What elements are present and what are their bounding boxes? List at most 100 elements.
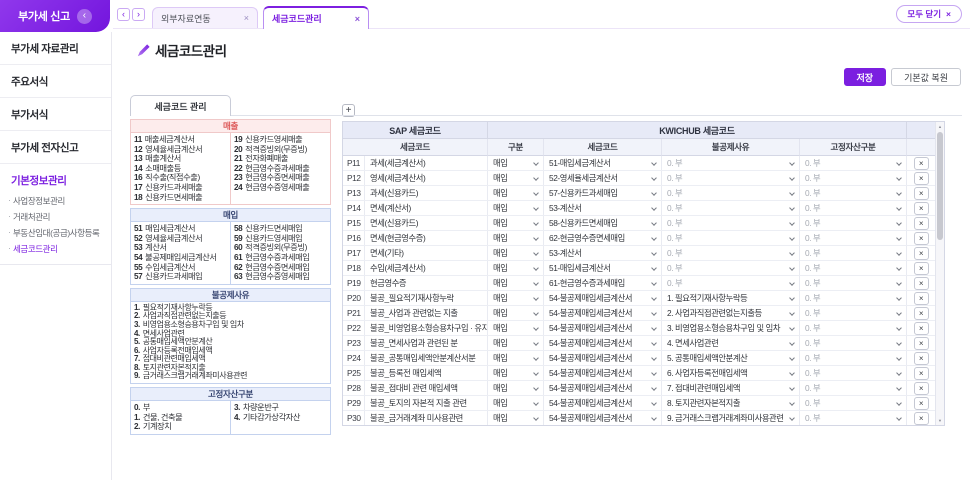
tax-code-select[interactable]: 57-신용카드과세매입: [544, 186, 662, 200]
tax-code-select[interactable]: 58-신용카드면세매입: [544, 216, 662, 230]
fixed-asset-select[interactable]: 0. 부: [800, 186, 907, 200]
type-select[interactable]: 매입: [488, 381, 544, 395]
type-select[interactable]: 매입: [488, 186, 544, 200]
tab-tax-code-management[interactable]: 세금코드관리 ×: [263, 6, 369, 29]
type-select[interactable]: 매입: [488, 171, 544, 185]
fixed-asset-select[interactable]: 0. 부: [800, 306, 907, 320]
nondeductible-reason-select[interactable]: 7. 접대비관련매입세액: [662, 381, 800, 395]
tax-code-select[interactable]: 51-매입세금계산서: [544, 156, 662, 170]
type-select[interactable]: 매입: [488, 411, 544, 425]
tax-code-select[interactable]: 53-계산서: [544, 246, 662, 260]
scroll-up-icon[interactable]: ▲: [936, 124, 944, 129]
fixed-asset-select[interactable]: 0. 부: [800, 291, 907, 305]
type-select[interactable]: 매입: [488, 216, 544, 230]
delete-row-button[interactable]: ×: [914, 277, 929, 290]
fixed-asset-select[interactable]: 0. 부: [800, 261, 907, 275]
tax-code-select[interactable]: 54-불공제매입세금계산서: [544, 351, 662, 365]
fixed-asset-select[interactable]: 0. 부: [800, 246, 907, 260]
scrollbar-thumb[interactable]: [937, 132, 943, 240]
nondeductible-reason-select[interactable]: 2. 사업과직접관련없는지출등: [662, 306, 800, 320]
tax-code-select[interactable]: 54-불공제매입세금계산서: [544, 321, 662, 335]
type-select[interactable]: 매입: [488, 201, 544, 215]
nondeductible-reason-select[interactable]: 0. 부: [662, 171, 800, 185]
delete-row-button[interactable]: ×: [914, 337, 929, 350]
type-select[interactable]: 매입: [488, 276, 544, 290]
sidebar-subitem-tax-code[interactable]: 세금코드관리: [0, 241, 111, 257]
tab-close-icon[interactable]: ×: [244, 13, 249, 23]
tax-code-select[interactable]: 54-불공제매입세금계산서: [544, 396, 662, 410]
tax-code-select[interactable]: 62-현금영수증면세매입: [544, 231, 662, 245]
vertical-scrollbar[interactable]: ▲ ▼: [935, 122, 944, 425]
type-select[interactable]: 매입: [488, 231, 544, 245]
delete-row-button[interactable]: ×: [914, 367, 929, 380]
delete-row-button[interactable]: ×: [914, 412, 929, 425]
fixed-asset-select[interactable]: 0. 부: [800, 201, 907, 215]
nondeductible-reason-select[interactable]: 0. 부: [662, 231, 800, 245]
nondeductible-reason-select[interactable]: 0. 부: [662, 246, 800, 260]
tab-scroll-left-icon[interactable]: ‹: [117, 8, 130, 21]
fixed-asset-select[interactable]: 0. 부: [800, 216, 907, 230]
sidebar-item-e-filing[interactable]: 부가세 전자신고: [0, 131, 111, 164]
fixed-asset-select[interactable]: 0. 부: [800, 171, 907, 185]
fixed-asset-select[interactable]: 0. 부: [800, 156, 907, 170]
delete-row-button[interactable]: ×: [914, 292, 929, 305]
type-select[interactable]: 매입: [488, 156, 544, 170]
type-select[interactable]: 매입: [488, 366, 544, 380]
tab-external-data-link[interactable]: 외부자료연동 ×: [152, 7, 258, 28]
delete-row-button[interactable]: ×: [914, 247, 929, 260]
nondeductible-reason-select[interactable]: 0. 부: [662, 186, 800, 200]
fixed-asset-select[interactable]: 0. 부: [800, 366, 907, 380]
nondeductible-reason-select[interactable]: 1. 필요적기재사항누락등: [662, 291, 800, 305]
tax-code-select[interactable]: 54-불공제매입세금계산서: [544, 336, 662, 350]
tab-scroll-right-icon[interactable]: ›: [132, 8, 145, 21]
sidebar-item-vat-data[interactable]: 부가세 자료관리: [0, 32, 111, 65]
tax-code-select[interactable]: 53-계산서: [544, 201, 662, 215]
nondeductible-reason-select[interactable]: 0. 부: [662, 201, 800, 215]
nondeductible-reason-select[interactable]: 3. 비영업용소형승용차구입 및 임차: [662, 321, 800, 335]
nondeductible-reason-select[interactable]: 0. 부: [662, 216, 800, 230]
type-select[interactable]: 매입: [488, 336, 544, 350]
delete-row-button[interactable]: ×: [914, 352, 929, 365]
type-select[interactable]: 매입: [488, 261, 544, 275]
fixed-asset-select[interactable]: 0. 부: [800, 336, 907, 350]
restore-defaults-button[interactable]: 기본값 복원: [891, 68, 961, 86]
tax-code-select[interactable]: 54-불공제매입세금계산서: [544, 366, 662, 380]
nondeductible-reason-select[interactable]: 8. 토지관련자본적지출: [662, 396, 800, 410]
fixed-asset-select[interactable]: 0. 부: [800, 381, 907, 395]
nondeductible-reason-select[interactable]: 0. 부: [662, 156, 800, 170]
delete-row-button[interactable]: ×: [914, 202, 929, 215]
delete-row-button[interactable]: ×: [914, 322, 929, 335]
scroll-down-icon[interactable]: ▼: [936, 418, 944, 423]
delete-row-button[interactable]: ×: [914, 262, 929, 275]
delete-row-button[interactable]: ×: [914, 232, 929, 245]
nondeductible-reason-select[interactable]: 9. 금거래스크랩거래계좌미사용관련: [662, 411, 800, 425]
nondeductible-reason-select[interactable]: 0. 부: [662, 276, 800, 290]
fixed-asset-select[interactable]: 0. 부: [800, 411, 907, 425]
delete-row-button[interactable]: ×: [914, 397, 929, 410]
close-all-tabs-button[interactable]: 모두 닫기 ×: [896, 5, 962, 23]
nondeductible-reason-select[interactable]: 4. 면세사업관련: [662, 336, 800, 350]
tax-code-select[interactable]: 54-불공제매입세금계산서: [544, 306, 662, 320]
sidebar-item-sub-forms[interactable]: 부가서식: [0, 98, 111, 131]
save-button[interactable]: 저장: [844, 68, 887, 86]
type-select[interactable]: 매입: [488, 246, 544, 260]
fixed-asset-select[interactable]: 0. 부: [800, 276, 907, 290]
delete-row-button[interactable]: ×: [914, 187, 929, 200]
collapse-sidebar-icon[interactable]: ‹: [77, 9, 92, 24]
tab-close-icon[interactable]: ×: [355, 14, 360, 24]
sidebar-section-basic-info[interactable]: 기본정보관리: [0, 164, 111, 193]
fixed-asset-select[interactable]: 0. 부: [800, 351, 907, 365]
type-select[interactable]: 매입: [488, 351, 544, 365]
sidebar-item-main-forms[interactable]: 주요서식: [0, 65, 111, 98]
tax-code-select[interactable]: 51-매입세금계산서: [544, 261, 662, 275]
type-select[interactable]: 매입: [488, 306, 544, 320]
fixed-asset-select[interactable]: 0. 부: [800, 396, 907, 410]
nondeductible-reason-select[interactable]: 6. 사업자등록전매입세액: [662, 366, 800, 380]
type-select[interactable]: 매입: [488, 396, 544, 410]
delete-row-button[interactable]: ×: [914, 307, 929, 320]
type-select[interactable]: 매입: [488, 321, 544, 335]
tax-code-select[interactable]: 54-불공제매입세금계산서: [544, 381, 662, 395]
delete-row-button[interactable]: ×: [914, 157, 929, 170]
tax-code-select[interactable]: 61-현금영수증과세매입: [544, 276, 662, 290]
tax-code-select[interactable]: 54-불공제매입세금계산서: [544, 411, 662, 425]
